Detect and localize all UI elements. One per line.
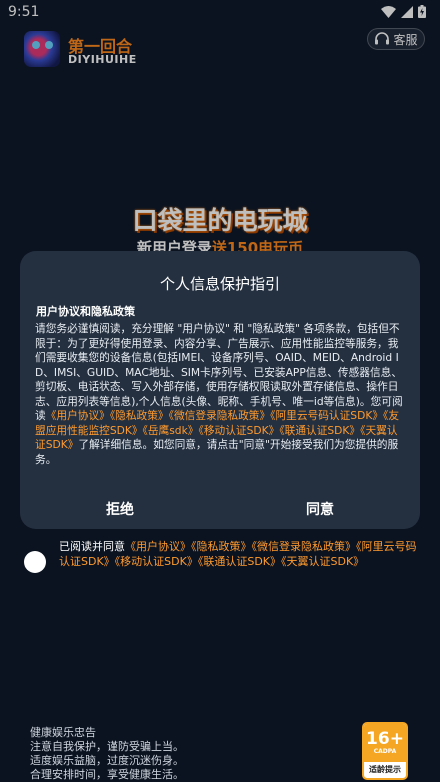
agree-link-privacy-policy[interactable]: 《隐私政策》	[191, 540, 252, 553]
health-notice: 健康娱乐忠告 注意自我保护，谨防受骗上当。 适度娱乐益脑，过度沉迷伤身。 合理安…	[30, 726, 184, 782]
agree-link-user-agreement[interactable]: 《用户协议》	[125, 540, 191, 553]
age-rating-org: CADPA	[373, 748, 397, 755]
age-rating-value: 16+	[366, 729, 404, 749]
agreement-checkbox[interactable]	[24, 551, 46, 573]
agree-button[interactable]: 同意	[220, 499, 420, 519]
health-notice-title: 健康娱乐忠告	[30, 726, 96, 739]
dialog-title: 个人信息保护指引	[159, 275, 280, 293]
link-yueying-sdk[interactable]: 《岳鹰sdk》	[143, 424, 199, 437]
link-privacy-policy[interactable]: 《隐私政策》	[110, 409, 169, 422]
dialog-buttons: 拒绝 同意	[20, 499, 420, 519]
link-aliyun-sdk[interactable]: 《阿里云号码认证SDK》	[270, 409, 383, 422]
agreement-text: 已阅读并同意《用户协议》《隐私政策》《微信登录隐私政策》《阿里云号码认证SDK》…	[59, 540, 424, 569]
agree-link-wechat-privacy[interactable]: 《微信登录隐私政策》	[252, 540, 357, 553]
age-rating-top: 16+ CADPA	[364, 724, 406, 762]
age-rating-caption: 适龄提示	[369, 765, 401, 774]
dialog-body: 请您务必谨慎阅读，充分理解 "用户协议" 和 "隐私政策" 各项条款，包括但不限…	[35, 322, 407, 467]
dialog-body-outro: 了解详细信息。如您同意，请点击"同意"开始接受我们为您提供的服务。	[35, 438, 399, 466]
agreement-prefix: 已阅读并同意	[59, 540, 125, 553]
link-wechat-privacy[interactable]: 《微信登录隐私政策》	[169, 409, 271, 422]
link-user-agreement[interactable]: 《用户协议》	[46, 409, 110, 422]
agree-link-unicom-auth-sdk[interactable]: 《联通认证SDK》	[198, 555, 281, 568]
dialog-body-intro: 请您务必谨慎阅读，充分理解 "用户协议" 和 "隐私政策" 各项条款，包括但不限…	[35, 322, 403, 422]
age-rating-badge[interactable]: 16+ CADPA 适龄提示	[362, 722, 408, 780]
health-notice-line: 合理安排时间，享受健康生活。	[30, 768, 184, 781]
agree-link-tianyi-auth-sdk[interactable]: 《天翼认证SDK》	[281, 555, 364, 568]
dialog-heading: 用户协议和隐私政策	[36, 305, 135, 318]
link-mobile-auth-sdk[interactable]: 《移动认证SDK》	[198, 424, 279, 437]
agree-link-mobile-auth-sdk[interactable]: 《移动认证SDK》	[115, 555, 198, 568]
health-notice-line: 注意自我保护，谨防受骗上当。	[30, 740, 184, 753]
link-unicom-auth-sdk[interactable]: 《联通认证SDK》	[279, 424, 360, 437]
health-notice-line: 适度娱乐益脑，过度沉迷伤身。	[30, 754, 184, 767]
privacy-dialog: 个人信息保护指引 用户协议和隐私政策 请您务必谨慎阅读，充分理解 "用户协议" …	[20, 251, 420, 529]
reject-button[interactable]: 拒绝	[20, 499, 220, 519]
